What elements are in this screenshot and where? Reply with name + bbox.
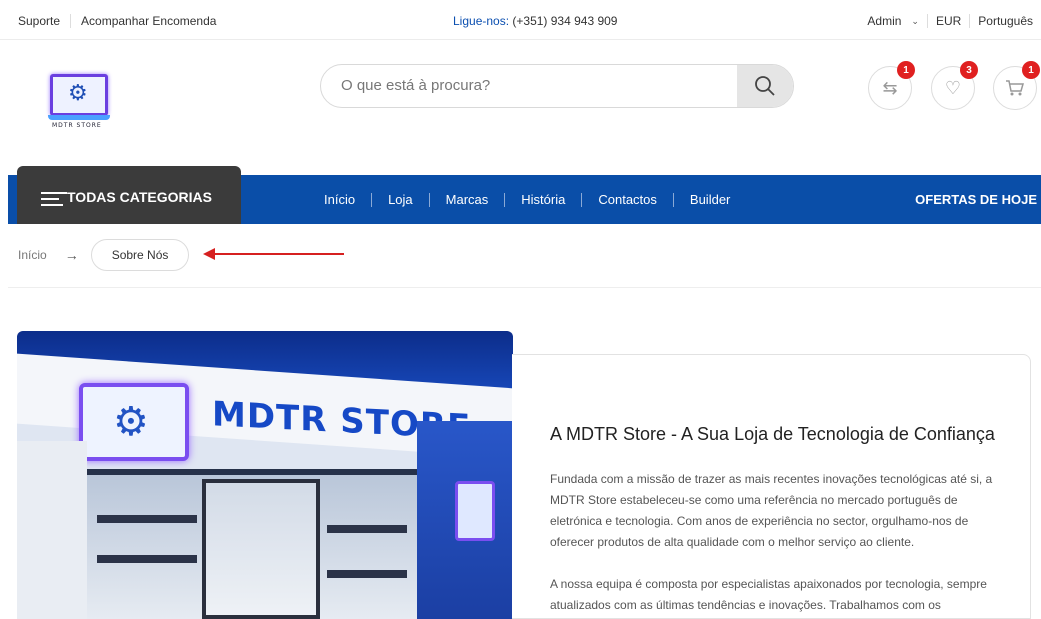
all-categories-label: TODAS CATEGORIAS (67, 189, 212, 205)
section-divider (8, 287, 1041, 288)
search-input[interactable]: O que está à procura? (341, 77, 490, 94)
store-door (202, 479, 320, 619)
store-front-image: ⚙ MDTR STORE (17, 331, 513, 619)
phone-contact: Ligue-nos: (+351) 934 943 909 (453, 14, 617, 28)
nav-item-contactos[interactable]: Contactos (598, 192, 657, 207)
nav-item-marcas[interactable]: Marcas (446, 192, 489, 207)
site-logo[interactable]: ⚙ MDTR STORE (48, 74, 112, 132)
account-menu[interactable]: Admin (867, 14, 901, 28)
store-shelf (97, 515, 197, 523)
store-shelf (327, 525, 407, 533)
menu-icon (41, 192, 67, 210)
cart-icon (1006, 80, 1024, 96)
nav-item-historia[interactable]: História (521, 192, 565, 207)
tools-gear-icon: ⚙ (68, 80, 88, 105)
divider (371, 192, 373, 207)
nav-item-inicio[interactable]: Início (324, 192, 355, 207)
about-card: A MDTR Store - A Sua Loja de Tecnologia … (512, 354, 1031, 619)
divider (969, 14, 971, 28)
gear-icon: ⚙ (113, 400, 149, 444)
wishlist-count-badge: 3 (960, 61, 978, 79)
heart-icon: ♡ (944, 77, 962, 98)
neon-logo-sign: ⚙ (79, 383, 189, 461)
cart-count-badge: 1 (1022, 61, 1040, 79)
compare-icon: ⇆ (882, 77, 898, 98)
store-left-wall (17, 441, 87, 619)
about-paragraph-2: A nossa equipa é composta por especialis… (550, 577, 987, 612)
divider (672, 192, 674, 207)
pillar-logo-sign (455, 481, 495, 541)
top-right-menu: Admin ⌄ EUR Português (867, 14, 1033, 28)
language-selector[interactable]: Português (978, 14, 1033, 28)
divider (428, 192, 430, 207)
store-shelf (327, 570, 407, 578)
top-bar: Suporte Acompanhar Encomenda Ligue-nos: … (0, 0, 1041, 40)
logo-laptop-base (48, 115, 110, 120)
phone-label: Ligue-nos: (453, 14, 510, 28)
breadcrumb: Início → Sobre Nós (18, 238, 190, 272)
divider (504, 192, 506, 207)
search-icon (755, 76, 775, 96)
divider (581, 192, 583, 207)
phone-number[interactable]: (+351) 934 943 909 (512, 14, 617, 28)
currency-selector[interactable]: EUR (936, 14, 961, 28)
divider (926, 14, 928, 28)
nav-item-loja[interactable]: Loja (388, 192, 413, 207)
store-pillar (417, 421, 513, 619)
breadcrumb-home[interactable]: Início (18, 248, 47, 262)
divider (70, 14, 72, 28)
top-links: Suporte Acompanhar Encomenda (18, 14, 216, 28)
annotation-arrow-line (210, 253, 344, 255)
search-bar[interactable]: O que está à procura? (320, 64, 794, 108)
nav-item-builder[interactable]: Builder (690, 192, 730, 207)
breadcrumb-current: Sobre Nós (90, 239, 190, 271)
chevron-down-icon[interactable]: ⌄ (911, 16, 919, 27)
todays-deals-link[interactable]: OFERTAS DE HOJE (915, 192, 1037, 207)
main-nav: Início Loja Marcas História Contactos Bu… (324, 192, 730, 207)
search-button[interactable] (737, 65, 793, 107)
about-paragraph-1: Fundada com a missão de trazer as mais r… (550, 472, 993, 549)
logo-text: MDTR STORE (52, 122, 102, 129)
compare-count-badge: 1 (897, 61, 915, 79)
track-order-link[interactable]: Acompanhar Encomenda (81, 14, 216, 28)
arrow-right-icon: → (64, 247, 79, 263)
about-title: A MDTR Store - A Sua Loja de Tecnologia … (550, 424, 995, 444)
all-categories-button[interactable]: TODAS CATEGORIAS (17, 166, 241, 224)
compare-button[interactable]: ⇆ 1 (868, 61, 915, 110)
support-link[interactable]: Suporte (18, 14, 60, 28)
store-shelf (97, 555, 197, 563)
cart-button[interactable]: 1 (993, 61, 1040, 110)
wishlist-button[interactable]: ♡ 3 (931, 61, 978, 110)
